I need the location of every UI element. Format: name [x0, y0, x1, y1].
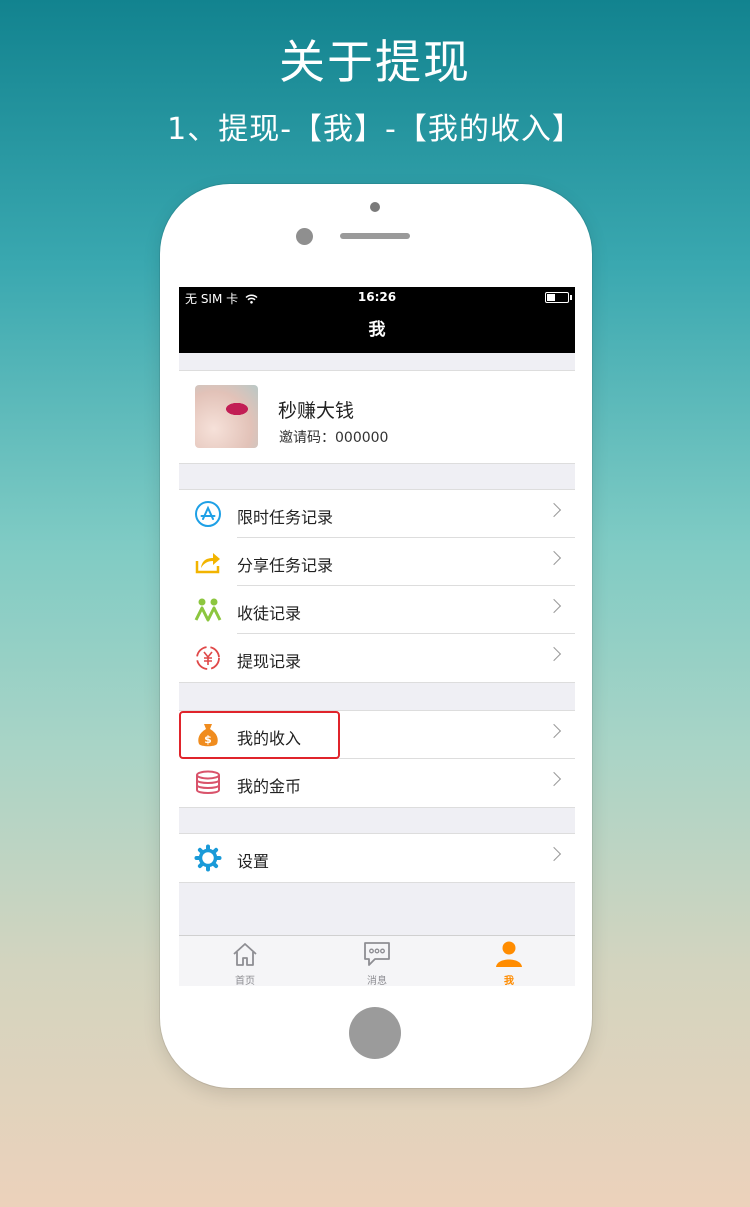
- profile-name: 秒赚大钱: [278, 400, 355, 422]
- chevron-right-icon: [546, 646, 562, 662]
- menu-item-withdraw-records[interactable]: 提现记录: [179, 634, 575, 682]
- yen-exchange-icon: [196, 646, 220, 670]
- highlight-box: [179, 711, 340, 759]
- tab-label: 首页: [235, 976, 255, 986]
- profile-card[interactable]: 秒赚大钱 邀请码：000000: [179, 370, 575, 464]
- phone-speaker: [340, 233, 410, 239]
- phone-screen: 无 SIM 卡 16:26 我 秒赚大钱 邀请码：000000 限时任务记录 分…: [179, 287, 575, 986]
- clock: 16:26: [357, 290, 397, 304]
- menu-item-label: 分享任务记录: [237, 556, 334, 575]
- invite-code: 邀请码：000000: [279, 430, 389, 446]
- tab-me[interactable]: 我: [443, 936, 575, 986]
- home-button[interactable]: [349, 1007, 401, 1059]
- chevron-right-icon: [546, 598, 562, 614]
- app-store-icon: [195, 501, 221, 527]
- tab-label: 消息: [367, 976, 387, 986]
- menu-group-settings: 设置: [179, 833, 575, 883]
- people-icon: [194, 598, 222, 622]
- menu-item-label: 收徒记录: [237, 604, 302, 623]
- chevron-right-icon: [546, 846, 562, 862]
- phone-sensor: [370, 202, 380, 212]
- menu-item-my-coins[interactable]: 我的金币: [179, 759, 575, 807]
- coin-stack-icon: [196, 770, 220, 794]
- tab-bar: 首页 消息 我: [179, 935, 575, 986]
- tab-messages[interactable]: 消息: [311, 936, 443, 986]
- home-icon: [233, 943, 257, 966]
- message-icon: [364, 942, 390, 966]
- battery-icon: [545, 292, 572, 303]
- menu-item-label: 设置: [237, 852, 270, 871]
- person-icon: [496, 941, 522, 967]
- chevron-right-icon: [546, 550, 562, 566]
- page-title: 关于提现: [279, 35, 471, 89]
- page-subtitle: 1、提现-【我】-【我的收入】: [167, 112, 583, 147]
- menu-item-apprentice-records[interactable]: 收徒记录: [179, 586, 575, 634]
- menu-item-label: 提现记录: [237, 652, 302, 671]
- menu-item-label: 限时任务记录: [237, 508, 334, 527]
- menu-item-label: 我的金币: [237, 777, 302, 796]
- chevron-right-icon: [546, 771, 562, 787]
- share-icon: [195, 553, 220, 574]
- tab-home[interactable]: 首页: [179, 936, 311, 986]
- chevron-right-icon: [546, 723, 562, 739]
- menu-item-share-tasks[interactable]: 分享任务记录: [179, 538, 575, 586]
- menu-group-records: 限时任务记录 分享任务记录 收徒记录 提现记录: [179, 489, 575, 683]
- menu-item-timed-tasks[interactable]: 限时任务记录: [179, 490, 575, 538]
- status-bar: 无 SIM 卡 16:26: [179, 287, 575, 307]
- avatar[interactable]: [195, 385, 258, 448]
- menu-item-settings[interactable]: 设置: [179, 834, 575, 882]
- tab-label: 我: [504, 976, 514, 986]
- chevron-right-icon: [546, 502, 562, 518]
- nav-title: 我: [179, 307, 575, 353]
- phone-camera: [296, 228, 313, 245]
- gear-icon: [194, 844, 222, 872]
